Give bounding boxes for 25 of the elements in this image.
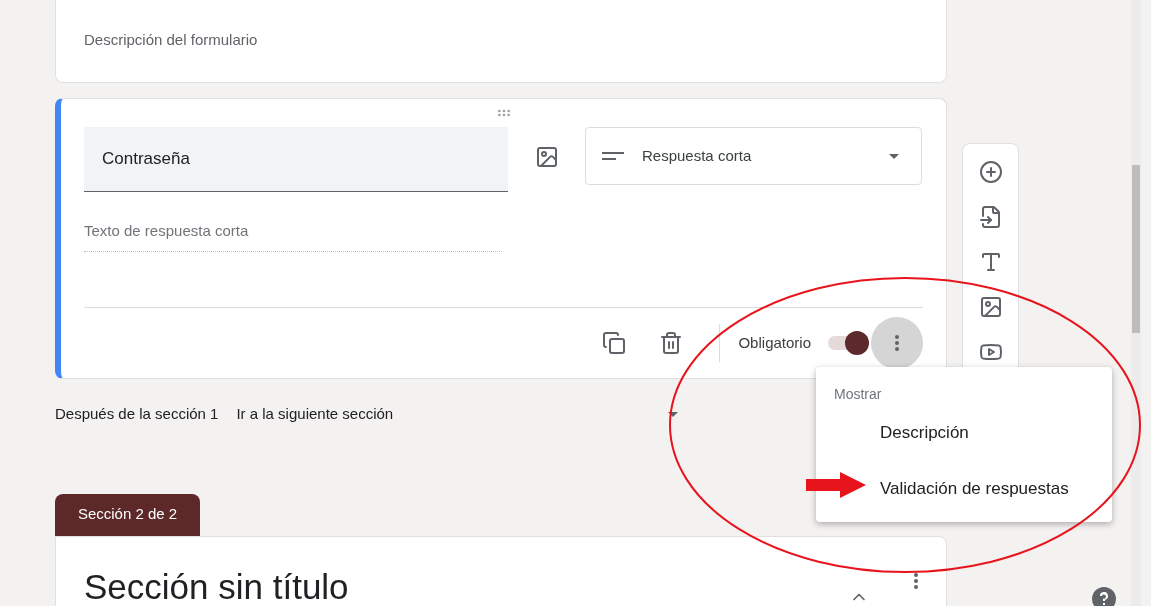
import-icon[interactable] — [978, 205, 1003, 229]
help-button[interactable] — [1092, 587, 1116, 606]
image-icon[interactable] — [535, 145, 559, 169]
short-text-icon — [602, 151, 624, 161]
question-type-dropdown[interactable]: Respuesta corta — [585, 127, 922, 185]
question-type: Respuesta corta — [642, 145, 752, 166]
more-icon[interactable] — [914, 572, 918, 589]
next-section-dropdown[interactable]: Ir a la siguiente sección — [236, 403, 679, 426]
after-section-label: Después de la sección 1 — [55, 404, 219, 424]
copy-icon[interactable] — [602, 330, 627, 355]
more-icon — [895, 334, 899, 351]
answer-field: Texto de respuesta corta — [84, 220, 502, 252]
image-icon[interactable] — [978, 295, 1003, 319]
menu-item[interactable]: Descripción — [816, 405, 1112, 461]
add-question-icon[interactable] — [978, 160, 1003, 184]
description-field[interactable]: Descripción del formulario — [84, 29, 684, 52]
required-label: Obligatorio — [738, 332, 811, 353]
dropdown-caret-icon — [668, 411, 679, 417]
menu-item[interactable]: Validación de respuestas — [816, 461, 1112, 517]
question-title-field[interactable]: Contraseña — [84, 127, 508, 192]
question-mark-icon — [1099, 592, 1109, 606]
trash-icon[interactable] — [659, 330, 684, 355]
menu-heading: Mostrar — [834, 385, 883, 404]
section-title: Sección sin título — [84, 565, 349, 606]
dropdown-caret-icon — [889, 153, 899, 159]
